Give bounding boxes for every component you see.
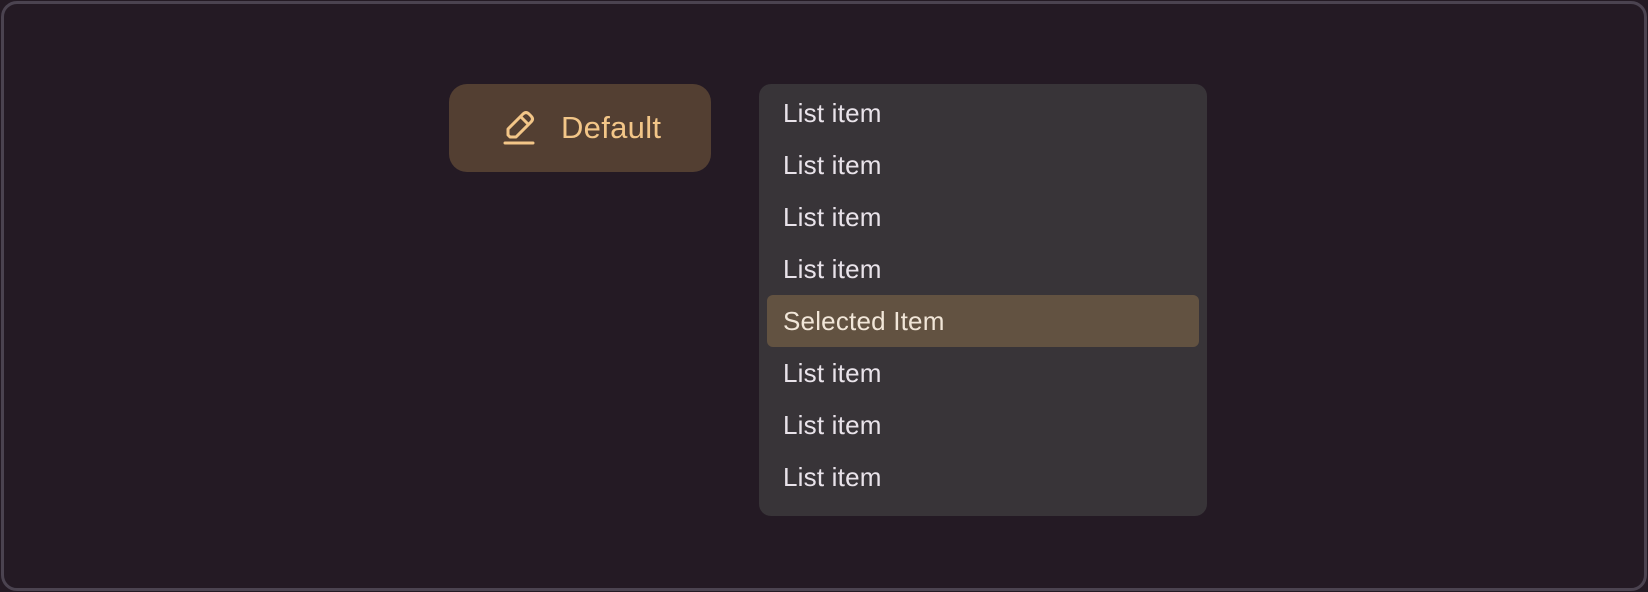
menu-item[interactable]: List item (767, 399, 1199, 451)
menu-item[interactable]: List item (767, 451, 1199, 503)
menu-item[interactable]: List item (767, 87, 1199, 139)
default-button[interactable]: Default (449, 84, 711, 172)
menu-item[interactable]: List item (767, 347, 1199, 399)
menu-item-selected[interactable]: Selected Item (767, 295, 1199, 347)
menu-item[interactable]: List item (767, 243, 1199, 295)
dropdown-menu: List item List item List item List item … (759, 84, 1207, 516)
menu-item[interactable]: List item (767, 139, 1199, 191)
menu-item[interactable]: List item (767, 191, 1199, 243)
pencil-icon (501, 108, 537, 148)
default-button-label: Default (561, 110, 662, 145)
canvas-frame: Default List item List item List item Li… (1, 1, 1647, 591)
